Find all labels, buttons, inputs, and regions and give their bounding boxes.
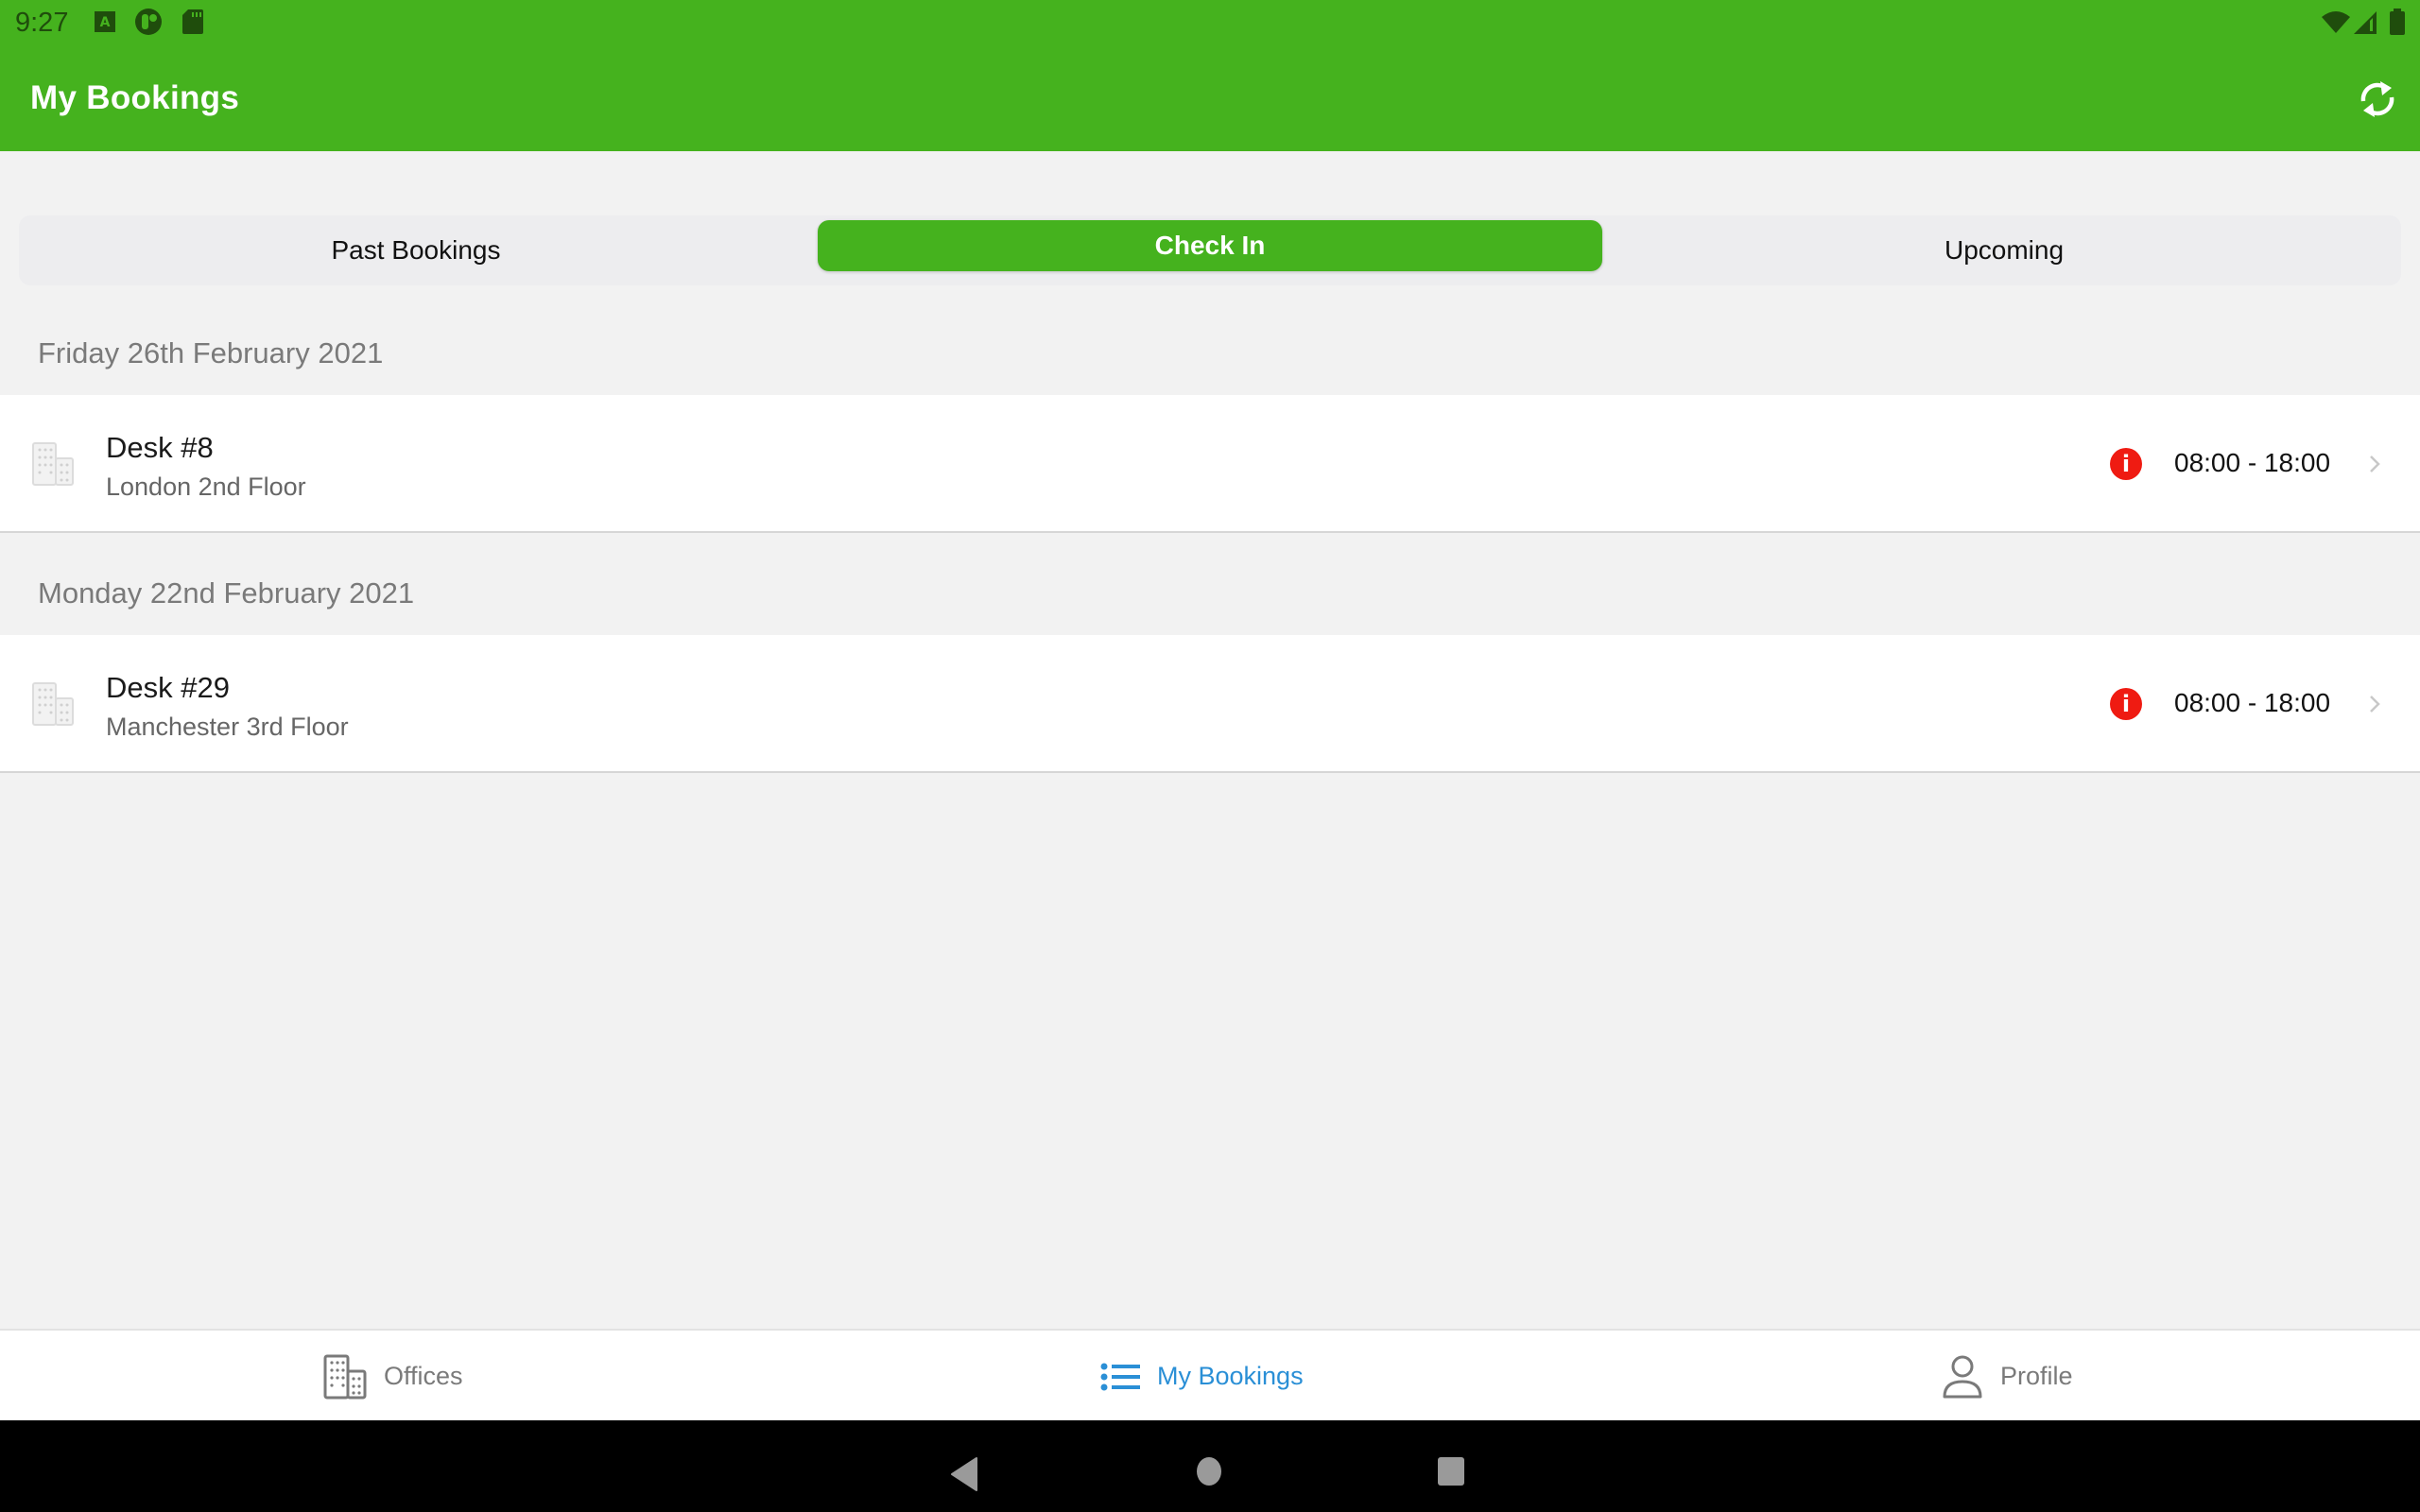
info-icon[interactable]: i [2110,448,2142,480]
cell-signal-icon [2354,11,2377,34]
tab-offices-label: Offices [384,1362,463,1390]
home-icon[interactable] [1195,1456,1223,1486]
back-icon[interactable] [950,1456,978,1492]
sync-icon[interactable] [2354,76,2401,123]
booking-time: 08:00 - 18:00 [2174,688,2331,717]
battery-icon [2390,9,2405,35]
booking-row[interactable]: Desk #29 Manchester 3rd Floor i 08:00 - … [0,635,2420,773]
tab-my-bookings[interactable]: My Bookings [1100,1331,1304,1422]
svg-text:A: A [100,15,111,30]
desk-location: London 2nd Floor [106,472,306,501]
tab-upcoming[interactable]: Upcoming [1607,215,2401,285]
person-icon [1943,1355,1982,1398]
list-icon [1100,1363,1140,1390]
date-header: Monday 22nd February 2021 [38,576,415,610]
desk-name: Desk #8 [106,431,214,464]
tab-past-bookings-label: Past Bookings [331,235,501,265]
tab-profile[interactable]: Profile [1942,1331,2073,1422]
chevron-right-icon [2370,696,2380,713]
bottom-tab-bar: Offices My Bookings Profile [0,1329,2420,1420]
info-icon[interactable]: i [2110,688,2142,720]
building-icon [32,682,74,726]
tab-check-in[interactable]: Check In [818,220,1602,271]
wifi-icon [2322,11,2350,33]
desk-name: Desk #29 [106,671,230,704]
font-a-icon: A [95,11,115,32]
booking-filter-segmented-control: Past Bookings Check In Upcoming [19,215,2401,285]
building-icon [323,1354,367,1399]
recents-icon[interactable] [1437,1456,1465,1486]
booking-time: 08:00 - 18:00 [2174,448,2331,477]
tab-offices[interactable]: Offices [323,1331,463,1422]
tab-upcoming-label: Upcoming [1944,235,2065,265]
system-navigation-bar [0,1420,2420,1512]
page-title: My Bookings [30,79,240,116]
booking-row[interactable]: Desk #8 London 2nd Floor i 08:00 - 18:00 [0,395,2420,533]
status-time: 9:27 [15,8,69,38]
sd-card-icon [182,9,203,34]
tab-profile-label: Profile [2000,1362,2073,1390]
tab-past-bookings[interactable]: Past Bookings [19,215,813,285]
tab-my-bookings-label: My Bookings [1157,1362,1304,1390]
app-bar: 9:27 A My Bookings [0,0,2420,151]
building-icon [32,442,74,486]
desk-location: Manchester 3rd Floor [106,713,349,741]
chevron-right-icon [2370,455,2380,472]
date-header: Friday 26th February 2021 [38,336,384,369]
tab-check-in-label: Check In [1154,231,1266,260]
app-circle-icon [135,9,162,35]
